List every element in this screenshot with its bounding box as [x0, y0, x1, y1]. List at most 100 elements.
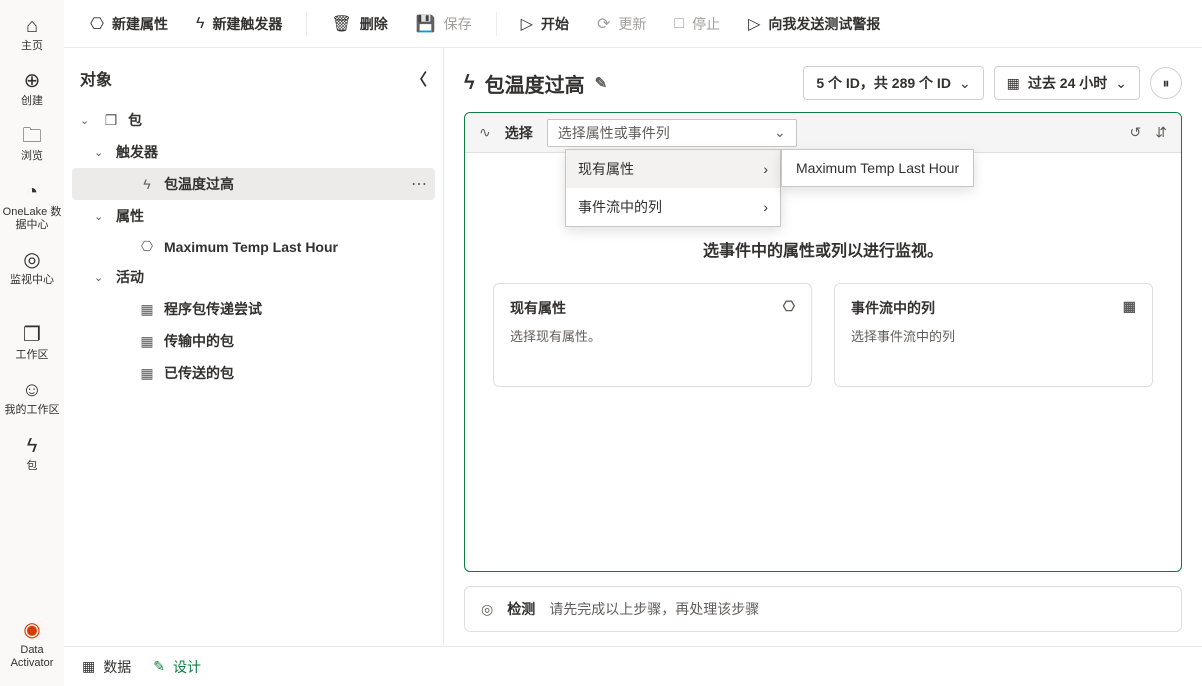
nav-workspace[interactable]: ❐工作区: [2, 317, 62, 370]
undo-icon[interactable]: ↺: [1130, 124, 1142, 141]
nav-home-label: 主页: [21, 40, 43, 53]
time-filter-button[interactable]: ▦ 过去 24 小时 ⌄: [994, 66, 1140, 100]
id-filter-button[interactable]: 5 个 ID，共 289 个 ID⌄: [803, 66, 983, 100]
nav-package[interactable]: ϟ包: [2, 428, 62, 481]
stop-button: □ 停止: [664, 8, 730, 40]
nav-dataactivator[interactable]: ◉Data Activator: [2, 612, 62, 678]
nav-monitor[interactable]: ◎ 监视中心: [2, 242, 62, 295]
send-test-alert-button[interactable]: ▷向我发送测试警报: [738, 8, 890, 40]
dataactivator-icon: ◉: [23, 618, 40, 642]
tree-activity-group[interactable]: ⌄活动: [72, 261, 435, 293]
tree-act3-label: 已传送的包: [164, 363, 234, 383]
chevron-down-icon: ⌄: [1115, 75, 1127, 92]
tree-activity-item[interactable]: ▦ 程序包传递尝试: [72, 293, 435, 325]
tab-design-label: 设计: [173, 657, 201, 677]
tree-act1-label: 程序包传递尝试: [164, 299, 262, 319]
dropdown-existing-label: 现有属性: [578, 159, 634, 179]
tree-attributes-group[interactable]: ⌄属性: [72, 200, 435, 232]
table-icon: ▦: [138, 365, 156, 382]
collapse-icon[interactable]: 〈: [411, 66, 427, 90]
dropdown-event-col[interactable]: 事件流中的列›: [566, 188, 780, 226]
flyout-label: Maximum Temp Last Hour: [796, 160, 959, 176]
tree-attr-label: Maximum Temp Last Hour: [164, 239, 338, 255]
delete-button[interactable]: 🗑删除: [321, 8, 397, 40]
card-event-col[interactable]: 事件流中的列▦ 选择事件流中的列: [834, 283, 1153, 387]
tab-data-label: 数据: [103, 657, 131, 677]
pause-icon: ⏸: [1163, 75, 1170, 92]
time-filter-label: 过去 24 小时: [1028, 73, 1107, 93]
pause-button[interactable]: ⏸: [1150, 67, 1182, 99]
refresh-icon: ⟳: [597, 14, 610, 34]
tree-package-label: 包: [128, 110, 142, 130]
dropdown-existing-attr[interactable]: 现有属性 ›: [566, 150, 780, 188]
calendar-icon: ▦: [1007, 75, 1020, 92]
nav-browse[interactable]: 🗀浏览: [2, 118, 62, 171]
toolbar: ⎔新建属性 ϟ新建触发器 🗑删除 💾保存 ▷开始 ⟳更新 □停止 ▷向我发送测试…: [64, 0, 1202, 48]
monitor-icon: ◎: [23, 248, 40, 272]
people-icon: ☺: [22, 378, 42, 402]
card2-title: 事件流中的列: [851, 298, 935, 318]
pen-icon: ✎: [153, 658, 165, 675]
new-attribute-button[interactable]: ⎔新建属性: [80, 8, 178, 40]
tree-package[interactable]: ⌄❒包: [72, 104, 435, 136]
play-icon: ▷: [521, 14, 533, 34]
chevron-right-icon: ›: [763, 199, 768, 215]
edit-icon[interactable]: ✎: [595, 74, 608, 92]
nav-package-label: 包: [27, 460, 38, 473]
attribute-flyout[interactable]: Maximum Temp Last Hour: [781, 149, 974, 187]
tab-design[interactable]: ✎ 设计: [153, 657, 201, 677]
tree-activity-item[interactable]: ▦ 已传送的包: [72, 357, 435, 389]
page-title-text: 包温度过高: [485, 69, 585, 98]
attribute-select[interactable]: 选择属性或事件列 ⌄: [547, 119, 797, 147]
nav-onelake[interactable]: ◔OneLake 数据中心: [2, 174, 62, 240]
nav-monitor-label: 监视中心: [10, 274, 54, 287]
expand-icon[interactable]: ⇵: [1155, 124, 1167, 141]
bolt-icon: ϟ: [196, 15, 204, 33]
panel-right-icons: ↺ ⇵: [1130, 124, 1167, 141]
object-tree: ⌄❒包 ⌄触发器 ϟ包温度过高⋯ ⌄属性 ⎔Maximum Temp Last …: [64, 100, 443, 393]
object-sidebar: 对象 〈 ⌄❒包 ⌄触发器 ϟ包温度过高⋯ ⌄属性 ⎔Maximum Temp …: [64, 48, 444, 646]
nav-onelake-label: OneLake 数据中心: [2, 206, 62, 232]
tree-activity-item[interactable]: ▦传输中的包: [72, 325, 435, 357]
wave-icon: ∿: [479, 124, 491, 141]
content-area: ϟ 包温度过高 ✎ 5 个 ID，共 289 个 ID⌄ ▦过去 24 小时⌄ …: [444, 48, 1202, 646]
more-icon[interactable]: ⋯: [411, 174, 427, 194]
start-button[interactable]: ▷开始: [511, 8, 579, 40]
nav-home[interactable]: ⌂主页: [2, 8, 62, 61]
panel-hint: 选事件中的属性或列以进行监视。: [703, 237, 943, 261]
nav-myworkspace[interactable]: ☺我的工作区: [2, 372, 62, 425]
tree-triggers-group[interactable]: ⌄触发器: [72, 136, 435, 168]
table-icon: ▦: [138, 333, 156, 350]
target-icon: ◎: [481, 601, 493, 618]
tree-trigger-item[interactable]: ϟ包温度过高⋯: [72, 168, 435, 200]
sidebar-header: 对象 〈: [64, 60, 443, 100]
chevron-down-icon: ⌄: [94, 271, 108, 284]
card1-desc: 选择现有属性。: [510, 326, 795, 345]
nav-create[interactable]: ⊕创建: [2, 63, 62, 116]
card-existing-attr[interactable]: 现有属性⎔ 选择现有属性。: [493, 283, 812, 387]
refresh-button: ⟳更新: [587, 8, 656, 40]
save-button: 💾保存: [406, 8, 482, 40]
save-icon: 💾: [416, 14, 436, 34]
chevron-down-icon: ⌄: [94, 210, 108, 223]
sidebar-title: 对象: [80, 66, 112, 90]
select-panel: ∿ 选择 选择属性或事件列 ⌄ ↺ ⇵ 现有属性› 事件流中的列›: [464, 112, 1182, 572]
send-alert-label: 向我发送测试警报: [768, 14, 880, 34]
main-area: ⎔新建属性 ϟ新建触发器 🗑删除 💾保存 ▷开始 ⟳更新 □停止 ▷向我发送测试…: [64, 0, 1202, 686]
stop-icon: □: [674, 15, 684, 33]
tree-attribute-item[interactable]: ⎔ Maximum Temp Last Hour: [72, 232, 435, 261]
tree-trigger-label: 包温度过高: [164, 174, 234, 194]
tab-data[interactable]: ▦数据: [82, 657, 131, 677]
new-attribute-label: 新建属性: [112, 14, 168, 34]
header-right: 5 个 ID，共 289 个 ID⌄ ▦ 过去 24 小时 ⌄ ⏸: [803, 66, 1182, 100]
chevron-down-icon: ⌄: [80, 114, 94, 127]
table-icon: ▦: [138, 301, 156, 318]
id-filter-label: 5 个 ID，共 289 个 ID: [816, 73, 951, 93]
delete-label: 删除: [360, 14, 388, 34]
stop-label: 停止: [692, 14, 720, 34]
chevron-right-icon: ›: [763, 161, 768, 177]
tag-icon: ⎔: [138, 238, 156, 255]
select-label: 选择: [505, 123, 533, 143]
chevron-down-icon: ⌄: [94, 146, 108, 159]
new-trigger-button[interactable]: ϟ新建触发器: [186, 8, 292, 40]
